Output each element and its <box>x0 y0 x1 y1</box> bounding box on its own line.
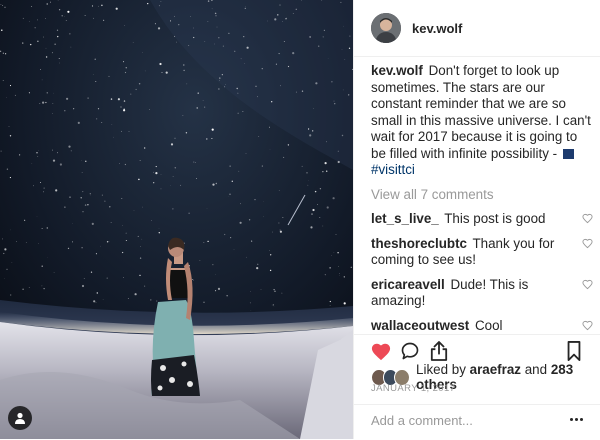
person-icon <box>14 412 26 424</box>
action-bar <box>354 334 600 365</box>
comment-username[interactable]: wallaceoutwest <box>371 318 469 333</box>
caption-username[interactable]: kev.wolf <box>371 63 423 78</box>
add-comment-bar <box>354 404 600 440</box>
post-caption: kev.wolf Don't forget to look up sometim… <box>371 63 593 179</box>
comment-username[interactable]: theshoreclubtc <box>371 236 467 251</box>
post-photo[interactable] <box>0 0 353 439</box>
heart-outline-icon[interactable] <box>582 279 593 290</box>
comment-text: Cool <box>475 318 503 333</box>
author-avatar[interactable] <box>371 13 401 43</box>
night-sky-photo <box>0 0 353 439</box>
ellipsis-icon[interactable] <box>570 418 583 421</box>
heart-outline-icon[interactable] <box>582 320 593 331</box>
heart-filled-icon[interactable] <box>370 341 392 361</box>
tagged-user-button[interactable] <box>8 406 32 430</box>
heart-outline-icon[interactable] <box>582 213 593 224</box>
add-comment-input[interactable] <box>371 413 561 428</box>
comment-username[interactable]: let_s_live_ <box>371 211 439 226</box>
share-icon[interactable] <box>430 341 448 361</box>
post-date[interactable]: JANUARY 1, 2017 <box>371 383 455 394</box>
author-username[interactable]: kev.wolf <box>412 21 462 36</box>
speech-bubble-icon[interactable] <box>400 341 420 361</box>
likes-user-link[interactable]: araefraz <box>470 362 521 377</box>
heart-outline-icon[interactable] <box>582 238 593 249</box>
comment-item: theshoreclubtc Thank you for coming to s… <box>371 236 593 269</box>
likes-prefix: Liked by <box>416 362 466 377</box>
likes-and: and <box>525 362 547 377</box>
comment-item: let_s_live_ This post is good <box>371 211 593 228</box>
avatar-image <box>371 13 401 43</box>
view-all-comments-link[interactable]: View all 7 comments <box>371 187 593 204</box>
comments-section: kev.wolf Don't forget to look up sometim… <box>371 63 593 342</box>
bookmark-icon[interactable] <box>566 341 582 361</box>
post-header: kev.wolf <box>354 0 600 57</box>
comment-item: ericareavell Dude! This is amazing! <box>371 277 593 310</box>
post-details-panel: kev.wolf kev.wolf Don't forget to look u… <box>353 0 600 439</box>
comment-item: wallaceoutwest Cool <box>371 318 593 335</box>
caption-hashtag[interactable]: #visittci <box>371 162 415 177</box>
comment-username[interactable]: ericareavell <box>371 277 445 292</box>
flag-emoji-icon <box>563 149 574 159</box>
comment-text: This post is good <box>444 211 545 226</box>
